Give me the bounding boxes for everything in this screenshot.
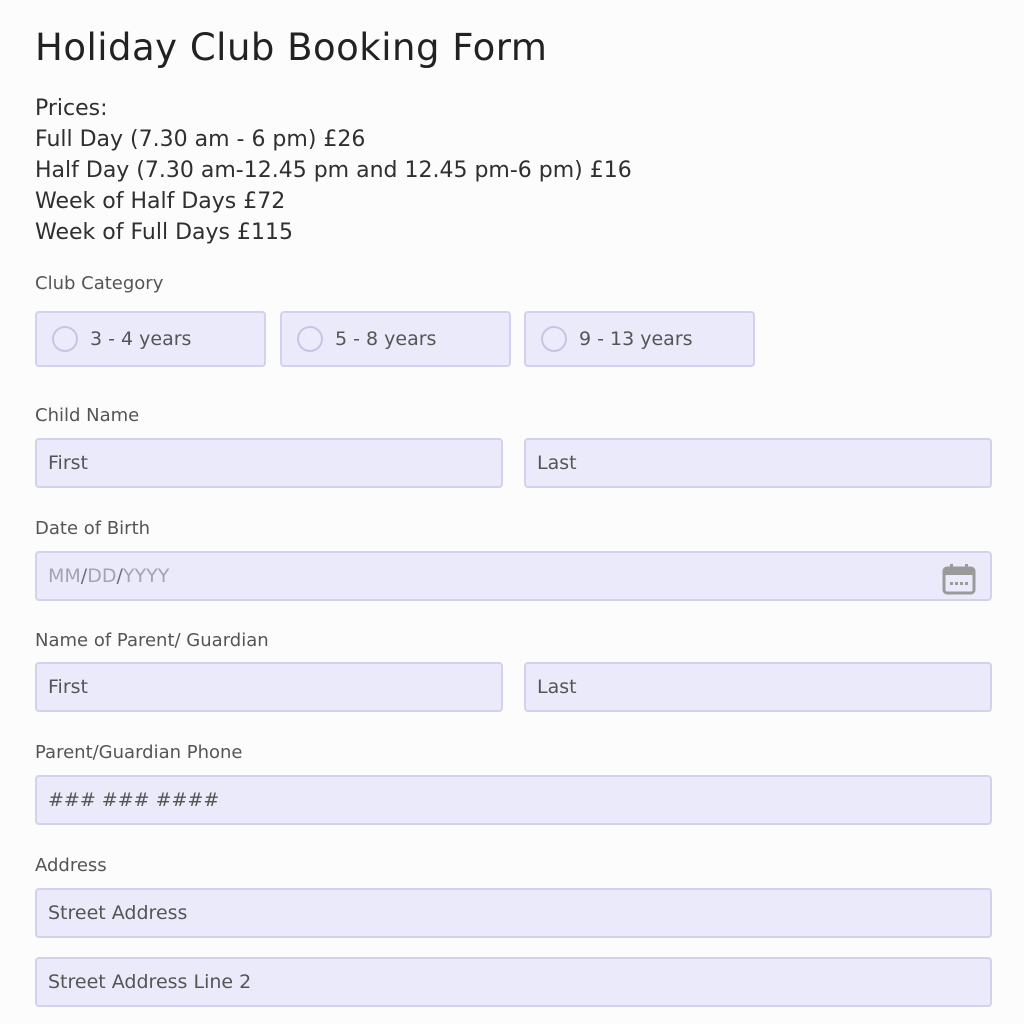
- dob-month-placeholder: MM: [48, 565, 81, 587]
- club-category-option-9-13[interactable]: 9 - 13 years: [524, 311, 755, 367]
- radio-circle-icon[interactable]: [541, 326, 567, 352]
- price-half-day: Half Day (7.30 am-12.45 pm and 12.45 pm-…: [35, 158, 632, 183]
- radio-circle-icon[interactable]: [297, 326, 323, 352]
- street-address-placeholder: Street Address: [48, 902, 188, 924]
- parent-first-name-input[interactable]: First: [35, 662, 503, 712]
- address-label: Address: [35, 855, 107, 876]
- price-week-half-days: Week of Half Days £72: [35, 189, 286, 214]
- parent-name-label: Name of Parent/ Guardian: [35, 630, 269, 651]
- child-last-name-input[interactable]: Last: [524, 438, 992, 488]
- club-category-option-label: 5 - 8 years: [335, 328, 437, 350]
- parent-first-name-placeholder: First: [48, 676, 88, 698]
- club-category-option-3-4[interactable]: 3 - 4 years: [35, 311, 266, 367]
- dob-input[interactable]: MM / DD / YYYY: [35, 551, 992, 601]
- dob-year-placeholder: YYYY: [122, 565, 170, 587]
- child-first-name-input[interactable]: First: [35, 438, 503, 488]
- calendar-icon[interactable]: [942, 563, 976, 595]
- child-last-name-placeholder: Last: [537, 452, 577, 474]
- phone-input[interactable]: ### ### ####: [35, 775, 992, 825]
- parent-last-name-placeholder: Last: [537, 676, 577, 698]
- street-address-line2-placeholder: Street Address Line 2: [48, 971, 252, 993]
- street-address-line2-input[interactable]: Street Address Line 2: [35, 957, 992, 1007]
- price-week-full-days: Week of Full Days £115: [35, 220, 293, 245]
- price-full-day: Full Day (7.30 am - 6 pm) £26: [35, 127, 366, 152]
- club-category-option-5-8[interactable]: 5 - 8 years: [280, 311, 511, 367]
- street-address-input[interactable]: Street Address: [35, 888, 992, 938]
- phone-placeholder: ### ### ####: [48, 789, 220, 811]
- prices-heading: Prices:: [35, 96, 108, 121]
- phone-label: Parent/Guardian Phone: [35, 742, 243, 763]
- child-name-label: Child Name: [35, 405, 140, 426]
- dob-label: Date of Birth: [35, 518, 151, 539]
- parent-last-name-input[interactable]: Last: [524, 662, 992, 712]
- club-category-option-label: 9 - 13 years: [579, 328, 693, 350]
- form-title: Holiday Club Booking Form: [35, 26, 548, 69]
- club-category-option-label: 3 - 4 years: [90, 328, 192, 350]
- prices-block: Prices: Full Day (7.30 am - 6 pm) £26 Ha…: [35, 93, 632, 248]
- club-category-label: Club Category: [35, 273, 164, 294]
- child-first-name-placeholder: First: [48, 452, 88, 474]
- radio-circle-icon[interactable]: [52, 326, 78, 352]
- dob-day-placeholder: DD: [87, 565, 117, 587]
